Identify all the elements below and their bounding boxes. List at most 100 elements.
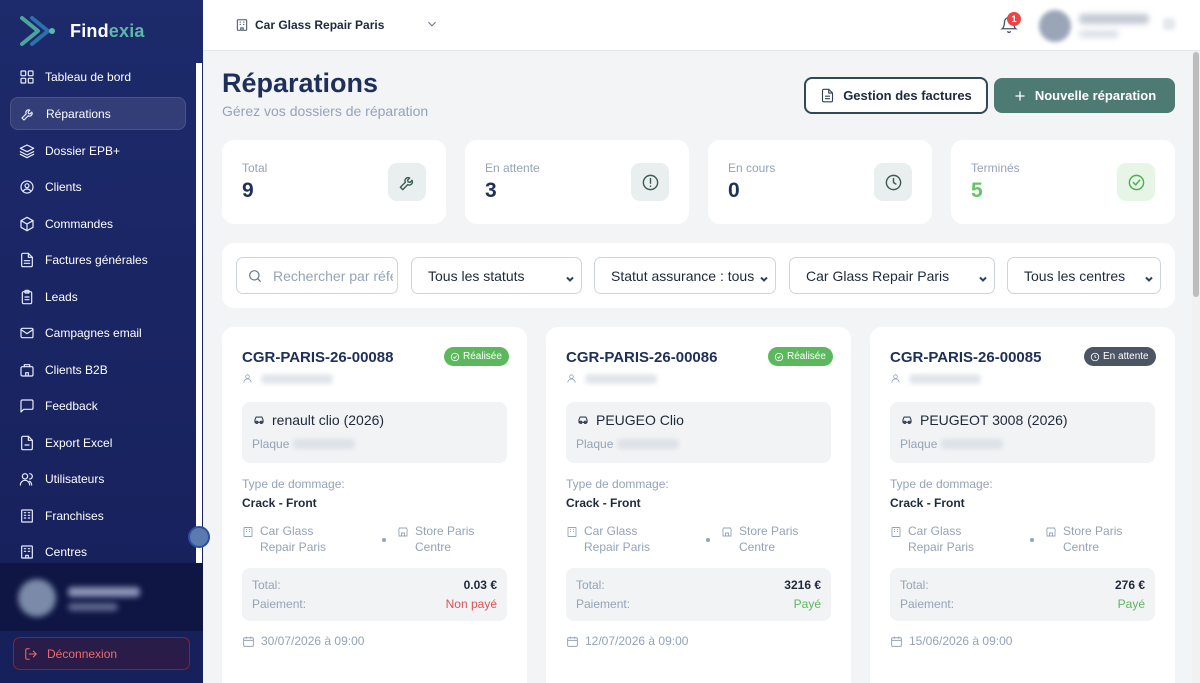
franchise-icon: [19, 508, 35, 524]
stat-label: En attente: [485, 161, 540, 175]
sidebar-item-clients[interactable]: Clients: [10, 170, 186, 203]
wrench-icon: [20, 106, 36, 122]
logout-label: Déconnexion: [47, 646, 118, 661]
user-circle-icon: [19, 179, 35, 195]
sidebar-item-label: Commandes: [45, 216, 114, 231]
sidebar-item-commandes[interactable]: Commandes: [10, 207, 186, 240]
stat-value: 0: [728, 179, 740, 202]
status-badge-label: En attente: [1103, 351, 1149, 362]
calendar-icon: [243, 636, 254, 647]
main-scrollbar-thumb[interactable]: [1193, 52, 1199, 297]
organization-name: Car Glass Repair Paris: [255, 18, 385, 32]
stat-card-total: Total 9: [222, 140, 446, 224]
top-bar: Car Glass Repair Paris 1: [203, 0, 1200, 51]
stat-value: 9: [242, 179, 254, 202]
payment-status: Payé: [793, 597, 821, 611]
payment-label: Paiement:: [576, 597, 631, 611]
page-subtitle: Gérez vos dossiers de réparation: [222, 103, 429, 119]
sidebar-item-utilisateurs[interactable]: Utilisateurs: [10, 462, 186, 495]
sidebar-item-dossier-epb[interactable]: Dossier EPB+: [10, 134, 186, 167]
vehicle-name: PEUGEO Clio: [596, 412, 684, 428]
repair-card[interactable]: CGR-PARIS-26-00085 En attente PEUGEOT 30…: [870, 327, 1175, 683]
payment-status: Non payé: [445, 597, 497, 611]
vehicle-name: PEUGEOT 3008 (2026): [920, 412, 1068, 428]
car-icon: [902, 416, 912, 425]
sidebar-item-campagnes-email[interactable]: Campagnes email: [10, 316, 186, 349]
logo-text: Findexia: [70, 20, 145, 41]
sidebar-nav: Tableau de bord Réparations Dossier EPB+…: [0, 58, 196, 563]
file-text-icon: [822, 88, 834, 103]
plate-label: Plaque: [900, 437, 938, 451]
logout-icon: [25, 647, 37, 660]
user-name-redacted: [1079, 14, 1149, 24]
stat-label: Terminés: [971, 161, 1020, 175]
user-icon: [243, 374, 252, 383]
status-filter-select[interactable]: Tous les statuts: [411, 257, 582, 294]
stat-value: 5: [971, 179, 983, 202]
new-repair-button[interactable]: Nouvelle réparation: [994, 78, 1175, 113]
sidebar-item-clients-b2b[interactable]: Clients B2B: [10, 353, 186, 386]
vehicle-box: renault clio (2026) Plaque: [242, 402, 507, 463]
stat-card-pending: En attente 3: [465, 140, 689, 224]
vehicle-name: renault clio (2026): [272, 412, 385, 428]
separator-dot: [1030, 538, 1034, 542]
logo[interactable]: Findexia: [18, 12, 145, 50]
repair-card[interactable]: CGR-PARIS-26-00088 Réalisée renault clio…: [222, 327, 527, 683]
payment-label: Paiement:: [900, 597, 955, 611]
user-menu-chevron[interactable]: [1163, 18, 1175, 30]
sidebar-item-franchises[interactable]: Franchises: [10, 499, 186, 532]
plate-row: Plaque: [900, 437, 1004, 451]
insurance-filter-select[interactable]: Statut assurance : tous: [594, 257, 776, 294]
total-value: 276 €: [1114, 578, 1145, 592]
sidebar-item-label: Dossier EPB+: [45, 143, 121, 158]
repair-reference: CGR-PARIS-26-00085: [890, 349, 1042, 366]
layers-icon: [19, 143, 35, 159]
sidebar-item-factures-generales[interactable]: Factures générales: [10, 243, 186, 276]
sidebar-user-profile[interactable]: [0, 563, 203, 631]
search-input[interactable]: [273, 267, 393, 284]
car-icon: [578, 416, 588, 425]
mail-icon: [19, 325, 35, 341]
manage-invoices-button[interactable]: Gestion des factures: [804, 77, 988, 114]
separator-dot: [706, 538, 710, 542]
total-label: Total:: [576, 578, 605, 592]
client-row: [566, 373, 657, 384]
sidebar-collapse-handle[interactable]: [188, 526, 210, 548]
sidebar-item-feedback[interactable]: Feedback: [10, 389, 186, 422]
repair-card[interactable]: CGR-PARIS-26-00086 Réalisée PEUGEO Clio …: [546, 327, 851, 683]
status-filter-value: Tous les statuts: [428, 267, 525, 284]
sidebar-item-tableau-de-bord[interactable]: Tableau de bord: [10, 60, 186, 93]
new-repair-label: Nouvelle réparation: [1034, 88, 1157, 103]
status-badge: Réalisée: [768, 347, 833, 366]
sidebar-scrollbar-thumb[interactable]: [196, 63, 202, 563]
sidebar-item-label: Factures générales: [45, 252, 148, 267]
sidebar-item-label: Export Excel: [45, 435, 113, 450]
vehicle-name-row: PEUGEOT 3008 (2026): [900, 412, 1068, 428]
chevron-down-icon[interactable]: [425, 17, 439, 31]
chevron-down-icon: [759, 271, 769, 282]
organization-selector[interactable]: Car Glass Repair Paris: [235, 15, 384, 35]
totals-box: Total: 276 € Paiement: Payé: [890, 568, 1155, 621]
vehicle-box: PEUGEO Clio Plaque: [566, 402, 831, 463]
plate-value-redacted: [293, 439, 356, 449]
logout-button[interactable]: Déconnexion: [13, 637, 190, 670]
center-filter-select[interactable]: Tous les centres: [1007, 257, 1161, 294]
search-box[interactable]: [236, 257, 398, 294]
chevron-down-icon: [565, 271, 575, 282]
store-icon: [1046, 527, 1056, 537]
status-badge-label: Réalisée: [787, 351, 826, 362]
organization-filter-select[interactable]: Car Glass Repair Paris: [789, 257, 995, 294]
client-row: [890, 373, 981, 384]
user-name-redacted: [68, 587, 140, 597]
sidebar-item-reparations[interactable]: Réparations: [10, 97, 186, 130]
avatar[interactable]: [1039, 10, 1071, 42]
sidebar-item-centres[interactable]: Centres: [10, 535, 186, 563]
vehicle-name-row: renault clio (2026): [252, 412, 384, 428]
building-icon: [236, 19, 248, 31]
organization-name: Car Glass Repair Paris: [260, 524, 327, 554]
building-icon: [19, 362, 35, 378]
sidebar-item-export-excel[interactable]: Export Excel: [10, 426, 186, 459]
sidebar-item-leads[interactable]: Leads: [10, 280, 186, 313]
organization-location: Car Glass Repair Paris: [890, 523, 1000, 555]
damage-type-label: Type de dommage:: [566, 477, 669, 491]
